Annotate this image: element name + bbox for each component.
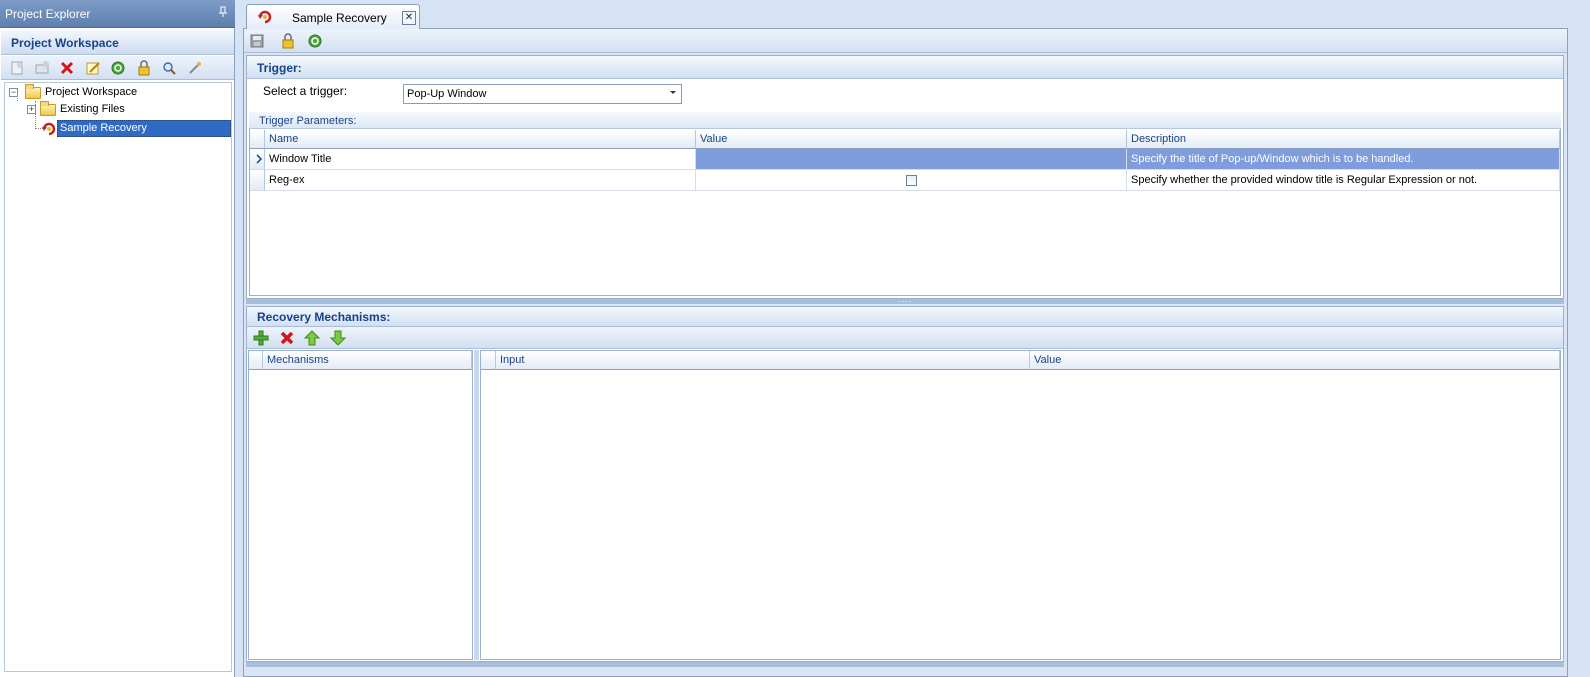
close-icon[interactable]: ✕ [402, 11, 416, 25]
properties-icon[interactable] [187, 60, 203, 76]
bottom-splitter[interactable] [246, 662, 1564, 667]
mechanisms-list[interactable]: Mechanisms [248, 350, 473, 660]
lock-icon[interactable] [280, 33, 296, 49]
lock-icon[interactable] [136, 60, 152, 76]
search-icon[interactable] [161, 60, 177, 76]
workspace-header: Project Workspace [1, 30, 234, 55]
row-header-corner [481, 351, 496, 370]
refresh-icon[interactable] [110, 60, 126, 76]
cell-name[interactable]: Window Title [265, 149, 696, 170]
select-trigger-label: Select a trigger: [263, 84, 348, 98]
cell-name[interactable]: Reg-ex [265, 170, 696, 191]
edit-icon[interactable] [85, 60, 101, 76]
folder-icon [25, 84, 41, 99]
tree-item-label: Sample Recovery [60, 122, 147, 134]
chevron-down-icon[interactable] [670, 91, 676, 94]
explorer-toolbar [1, 56, 234, 80]
trigger-select[interactable]: Pop-Up Window [403, 84, 682, 104]
tree-item-existing-files[interactable]: + Existing Files [26, 101, 226, 118]
splitter-grip-icon: ···· [898, 297, 913, 306]
trigger-select-value: Pop-Up Window [407, 88, 487, 100]
row-header-corner [249, 351, 263, 370]
move-up-icon[interactable] [304, 330, 320, 346]
save-icon[interactable] [249, 33, 265, 49]
trigger-parameters-caption: Trigger Parameters: [249, 112, 1561, 129]
recovery-icon [41, 121, 57, 143]
trigger-section-title: Trigger: [247, 56, 1563, 79]
move-down-icon[interactable] [330, 330, 346, 346]
tree-item-label: Project Workspace [45, 86, 138, 98]
remove-icon[interactable] [279, 330, 295, 346]
add-folder-icon[interactable] [34, 60, 50, 76]
column-header-name[interactable]: Name [265, 130, 696, 149]
explorer-title: Project Explorer [0, 0, 235, 28]
collapse-icon[interactable]: − [9, 88, 18, 97]
vertical-splitter[interactable] [474, 350, 479, 660]
column-header-input[interactable]: Input [496, 351, 1030, 370]
expand-icon[interactable]: + [27, 105, 36, 114]
cell-value[interactable] [696, 149, 1127, 170]
row-indicator[interactable] [250, 170, 265, 191]
row-indicator[interactable] [250, 149, 265, 170]
add-icon[interactable] [253, 330, 269, 346]
column-header-mechanisms[interactable]: Mechanisms [263, 351, 472, 370]
tab-sample-recovery[interactable]: Sample Recovery ✕ [246, 4, 420, 29]
refresh-icon[interactable] [307, 33, 323, 49]
cell-description: Specify the title of Pop-up/Window which… [1127, 149, 1560, 170]
tree-item-project-workspace[interactable]: − Project Workspace [8, 84, 228, 101]
project-tree: − Project Workspace + Existing Files Sam… [4, 82, 232, 672]
regex-checkbox[interactable] [906, 175, 917, 186]
tab-label: Sample Recovery [292, 11, 387, 25]
tree-item-label: Existing Files [60, 103, 125, 115]
recovery-toolbar [247, 327, 1563, 349]
tree-item-sample-recovery[interactable]: Sample Recovery [41, 120, 231, 137]
delete-icon[interactable] [59, 60, 75, 76]
recovery-icon [257, 9, 273, 28]
column-header-value[interactable]: Value [696, 130, 1127, 149]
recovery-section-title: Recovery Mechanisms: [247, 307, 1563, 327]
column-header-value[interactable]: Value [1030, 351, 1560, 370]
add-file-icon[interactable] [9, 60, 25, 76]
cell-description: Specify whether the provided window titl… [1127, 170, 1560, 191]
input-grid[interactable]: Input Value [480, 350, 1561, 660]
row-header-corner [250, 130, 265, 149]
document-toolbar [244, 29, 1567, 53]
folder-icon [40, 101, 56, 116]
column-header-description[interactable]: Description [1127, 130, 1560, 149]
pin-icon[interactable] [218, 6, 230, 20]
